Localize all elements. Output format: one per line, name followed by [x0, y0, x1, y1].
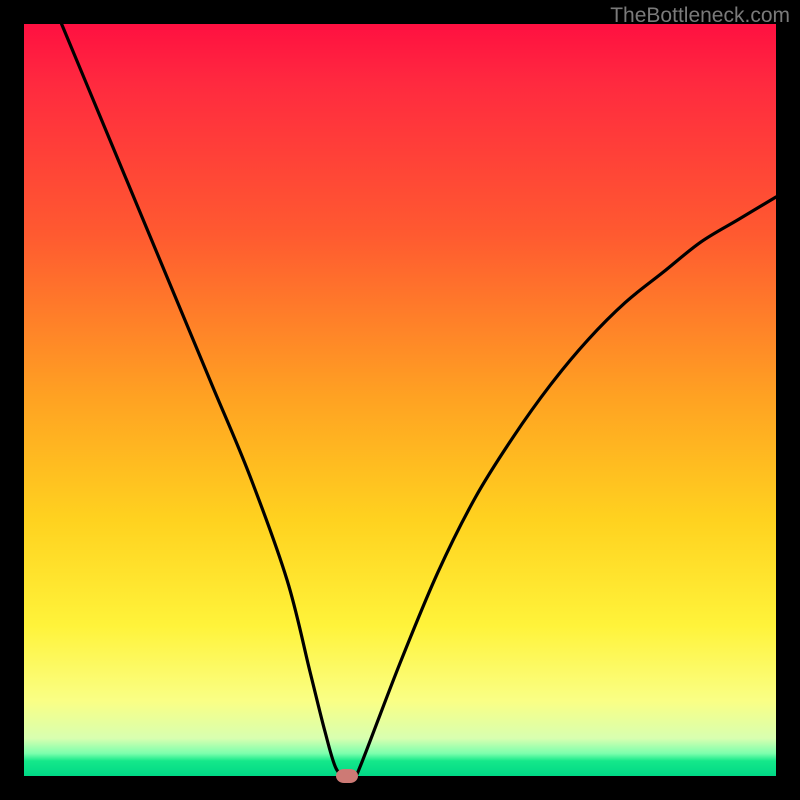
- chart-frame: TheBottleneck.com: [0, 0, 800, 800]
- optimal-point-marker: [336, 769, 358, 783]
- watermark-text: TheBottleneck.com: [610, 4, 790, 28]
- bottleneck-curve: [24, 24, 776, 776]
- chart-plot-area: [24, 24, 776, 776]
